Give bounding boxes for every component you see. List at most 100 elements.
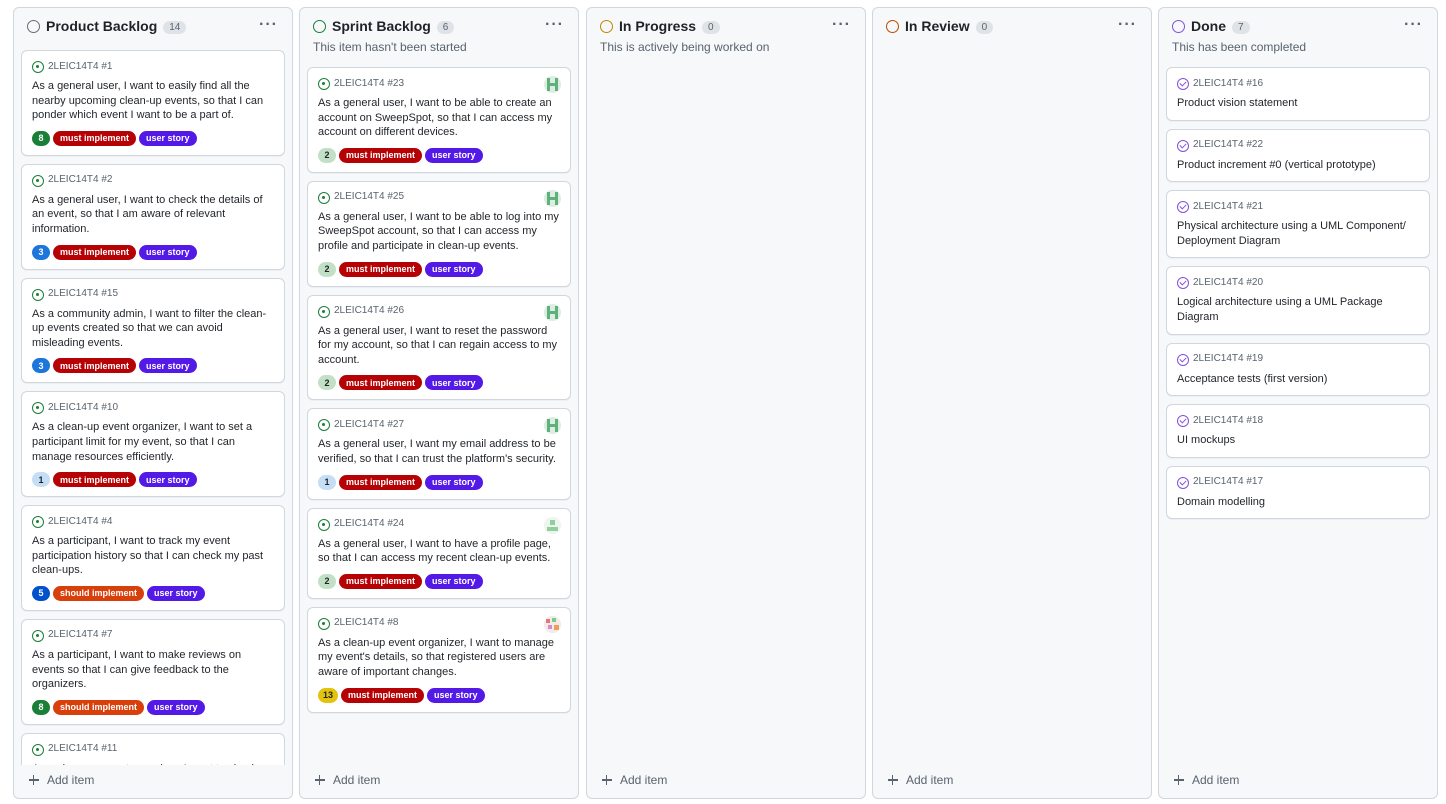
label-list: 8 should implement user story: [32, 699, 275, 715]
issue-reference[interactable]: 2LEIC14T4 #21: [1193, 201, 1263, 212]
issue-card[interactable]: 2LEIC14T4 #7 As a participant, I want to …: [21, 618, 285, 725]
column-menu-icon[interactable]: ···: [259, 16, 278, 34]
issue-title[interactable]: As a general user, I want to reset the p…: [318, 324, 561, 368]
issue-reference[interactable]: 2LEIC14T4 #25: [334, 191, 404, 202]
assignee-avatar[interactable]: [544, 417, 561, 435]
closed-issue-icon: [1177, 476, 1189, 489]
issue-card[interactable]: 2LEIC14T4 #17 Domain modelling: [1166, 465, 1430, 520]
issue-reference[interactable]: 2LEIC14T4 #7: [48, 629, 113, 640]
issue-reference[interactable]: 2LEIC14T4 #18: [1193, 415, 1263, 426]
issue-title[interactable]: As a participant, I want to track my eve…: [32, 534, 275, 578]
issue-card[interactable]: 2LEIC14T4 #2 As a general user, I want to…: [21, 163, 285, 270]
open-issue-icon: [318, 78, 330, 90]
open-issue-icon: [32, 743, 44, 756]
column-title-text: Sprint Backlog: [332, 18, 431, 34]
issue-card[interactable]: 2LEIC14T4 #27 As a general user, I want m…: [307, 408, 571, 500]
column-title: In Review 0: [905, 18, 994, 34]
issue-reference[interactable]: 2LEIC14T4 #23: [334, 78, 404, 89]
issue-title[interactable]: As a community admin, I want to filter t…: [32, 307, 275, 351]
assignee-avatar[interactable]: [544, 615, 561, 633]
issue-reference[interactable]: 2LEIC14T4 #24: [334, 518, 404, 529]
issue-reference[interactable]: 2LEIC14T4 #15: [48, 288, 118, 299]
story-points-badge: 8: [32, 699, 50, 715]
issue-card[interactable]: 2LEIC14T4 #10 As a clean-up event organiz…: [21, 391, 285, 498]
label-badge: user story: [425, 375, 483, 391]
issue-title[interactable]: As a general user, I want to have a prof…: [318, 537, 561, 566]
issue-reference[interactable]: 2LEIC14T4 #19: [1193, 353, 1263, 364]
column-title-text: Product Backlog: [46, 18, 158, 34]
label-list: 2 must implement user story: [318, 261, 561, 277]
issue-title[interactable]: Domain modelling: [1177, 495, 1420, 510]
issue-title[interactable]: Logical architecture using a UML Package…: [1177, 295, 1420, 324]
issue-title[interactable]: As a general user, I want my email addre…: [318, 437, 561, 466]
issue-reference[interactable]: 2LEIC14T4 #17: [1193, 476, 1263, 487]
issue-title[interactable]: As a clean-up event organizer, I want to…: [32, 420, 275, 464]
issue-card[interactable]: 2LEIC14T4 #8 As a clean-up event organize…: [307, 606, 571, 713]
add-item-button[interactable]: Add item: [602, 773, 667, 787]
issue-title[interactable]: Acceptance tests (first version): [1177, 372, 1420, 387]
card-meta: 2LEIC14T4 #21: [1177, 199, 1420, 214]
column-title: Sprint Backlog 6: [332, 18, 455, 34]
card-meta: 2LEIC14T4 #16: [1177, 76, 1420, 90]
add-item-button[interactable]: Add item: [1174, 773, 1239, 787]
add-item-button[interactable]: Add item: [315, 773, 380, 787]
issue-reference[interactable]: 2LEIC14T4 #22: [1193, 139, 1263, 150]
issue-card[interactable]: 2LEIC14T4 #23 As a general user, I want t…: [307, 67, 571, 173]
label-badge: should implement: [53, 699, 145, 715]
issue-title[interactable]: As a clean-up event organizer, I want to…: [318, 636, 561, 680]
card-list: 2LEIC14T4 #1 As a general user, I want to…: [21, 50, 285, 765]
issue-card[interactable]: 2LEIC14T4 #18 UI mockups: [1166, 404, 1430, 458]
issue-card[interactable]: 2LEIC14T4 #21 Physical architecture using…: [1166, 190, 1430, 259]
issue-title[interactable]: Physical architecture using a UML Compon…: [1177, 219, 1420, 248]
card-list: [594, 67, 858, 765]
item-count-badge: 6: [436, 21, 455, 34]
column-menu-icon[interactable]: ···: [832, 16, 851, 34]
assignee-avatar[interactable]: [544, 189, 561, 207]
card-meta: 2LEIC14T4 #1: [32, 59, 275, 73]
issue-reference[interactable]: 2LEIC14T4 #27: [334, 419, 404, 430]
issue-title[interactable]: As a general user, I want to be able to …: [318, 210, 561, 254]
issue-card[interactable]: 2LEIC14T4 #11 As a clean-up event organiz…: [21, 732, 285, 765]
column-menu-icon[interactable]: ···: [1118, 16, 1137, 34]
label-badge: must implement: [53, 358, 137, 374]
issue-reference[interactable]: 2LEIC14T4 #8: [334, 617, 399, 628]
label-badge: must implement: [53, 130, 137, 146]
add-item-button[interactable]: Add item: [888, 773, 953, 787]
issue-card[interactable]: 2LEIC14T4 #19 Acceptance tests (first ver…: [1166, 342, 1430, 397]
issue-card[interactable]: 2LEIC14T4 #24 As a general user, I want t…: [307, 507, 571, 599]
issue-title[interactable]: As a general user, I want to be able to …: [318, 96, 561, 140]
column-title: Product Backlog 14: [46, 18, 187, 34]
column-title-text: In Progress: [619, 18, 697, 34]
add-item-button[interactable]: Add item: [29, 773, 94, 787]
issue-reference[interactable]: 2LEIC14T4 #4: [48, 516, 113, 527]
issue-card[interactable]: 2LEIC14T4 #16 Product vision statement: [1166, 67, 1430, 121]
issue-reference[interactable]: 2LEIC14T4 #1: [48, 61, 113, 72]
issue-card[interactable]: 2LEIC14T4 #26 As a general user, I want t…: [307, 294, 571, 401]
column-menu-icon[interactable]: ···: [1404, 16, 1423, 34]
column-in-review: In Review 0 ··· Add item: [872, 7, 1152, 799]
issue-card[interactable]: 2LEIC14T4 #1 As a general user, I want to…: [21, 50, 285, 156]
issue-title[interactable]: Product increment #0 (vertical prototype…: [1177, 158, 1420, 173]
issue-reference[interactable]: 2LEIC14T4 #2: [48, 174, 113, 185]
issue-title[interactable]: UI mockups: [1177, 433, 1420, 448]
assignee-avatar[interactable]: [544, 516, 561, 534]
issue-reference[interactable]: 2LEIC14T4 #11: [48, 743, 117, 754]
issue-card[interactable]: 2LEIC14T4 #22 Product increment #0 (verti…: [1166, 128, 1430, 183]
issue-reference[interactable]: 2LEIC14T4 #16: [1193, 78, 1263, 89]
issue-title[interactable]: Product vision statement: [1177, 96, 1420, 111]
issue-title[interactable]: As a general user, I want to easily find…: [32, 79, 275, 123]
issue-title[interactable]: As a participant, I want to make reviews…: [32, 648, 275, 692]
issue-card[interactable]: 2LEIC14T4 #25 As a general user, I want t…: [307, 180, 571, 287]
issue-card[interactable]: 2LEIC14T4 #15 As a community admin, I wan…: [21, 277, 285, 384]
column-menu-icon[interactable]: ···: [545, 16, 564, 34]
issue-reference[interactable]: 2LEIC14T4 #20: [1193, 277, 1263, 288]
issue-card[interactable]: 2LEIC14T4 #20 Logical architecture using …: [1166, 266, 1430, 335]
assignee-avatar[interactable]: [544, 303, 561, 321]
issue-title[interactable]: As a general user, I want to check the d…: [32, 193, 275, 237]
issue-reference[interactable]: 2LEIC14T4 #26: [334, 305, 404, 316]
assignee-avatar[interactable]: [544, 76, 561, 93]
issue-card[interactable]: 2LEIC14T4 #4 As a participant, I want to …: [21, 505, 285, 611]
closed-issue-icon: [1177, 139, 1189, 152]
issue-title[interactable]: As a clean-up event organizer, I want to…: [32, 762, 275, 765]
issue-reference[interactable]: 2LEIC14T4 #10: [48, 402, 118, 413]
